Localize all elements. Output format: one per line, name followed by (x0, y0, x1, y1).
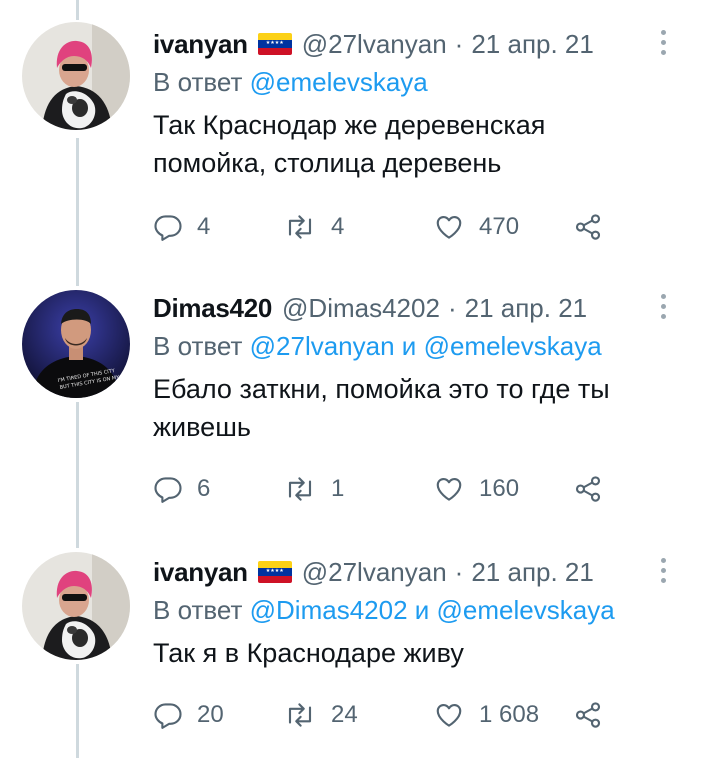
reply-button[interactable]: 20 (153, 700, 283, 730)
reply-context: В ответ @emelevskaya (153, 64, 685, 100)
avatar[interactable] (22, 22, 130, 130)
retweet-button[interactable]: 24 (283, 700, 433, 730)
mention-link[interactable]: @emelevskaya (437, 595, 615, 625)
like-count: 1 608 (479, 701, 540, 728)
retweet-icon (288, 215, 312, 239)
display-name[interactable]: Dimas420 (153, 293, 272, 324)
reply-context: В ответ @Dimas4202 и @emelevskaya (153, 592, 685, 628)
retweet-count: 4 (331, 213, 345, 240)
separator-dot: · (447, 292, 457, 323)
like-count: 160 (479, 475, 520, 502)
like-button[interactable]: 470 (433, 212, 573, 242)
reply-icon (154, 703, 182, 729)
reply-icon (154, 215, 182, 241)
reply-context: В ответ @27lvanyan и @emelevskaya (153, 328, 685, 364)
heart-icon (436, 215, 462, 239)
reply-count: 6 (197, 475, 211, 502)
user-handle[interactable]: @27lvanyan (302, 557, 447, 588)
share-icon (575, 702, 601, 728)
reply-and-word: и (414, 595, 430, 625)
tweet-text: Так Краснодар же деревенская помойка, ст… (153, 110, 546, 178)
tweet-date[interactable]: 21 апр. 21 (471, 29, 594, 60)
display-name[interactable]: ivanyan (153, 557, 248, 588)
user-handle[interactable]: @27lvanyan (302, 29, 447, 60)
reply-button[interactable]: 6 (153, 474, 283, 504)
avatar[interactable] (22, 552, 130, 660)
tweet-header: ivanyan ★★★★ @27lvanyan · 21 апр. 21 (153, 552, 685, 592)
more-options-icon[interactable] (661, 294, 667, 319)
tweet-text: Ебало заткни, помойка это то где ты живе… (153, 374, 610, 442)
share-icon (575, 476, 601, 502)
reply-prefix: В ответ (153, 67, 243, 97)
like-count: 470 (479, 213, 520, 240)
display-name[interactable]: ivanyan (153, 29, 248, 60)
reply-and-word: и (401, 331, 417, 361)
heart-icon (436, 477, 462, 501)
retweet-count: 24 (331, 701, 358, 728)
mention-link[interactable]: @27lvanyan (250, 331, 395, 361)
retweet-button[interactable]: 1 (283, 474, 433, 504)
share-button[interactable] (573, 474, 603, 504)
tweet-header: Dimas420 @Dimas4202 · 21 апр. 21 (153, 288, 685, 328)
tweet-date[interactable]: 21 апр. 21 (465, 293, 588, 324)
separator-dot: · (454, 28, 464, 59)
retweet-icon (288, 703, 312, 727)
mention-link[interactable]: @emelevskaya (250, 67, 428, 97)
tweet[interactable]: ivanyan ★★★★ @27lvanyan · 21 апр. 21 В о… (0, 532, 705, 758)
more-options-icon[interactable] (661, 558, 667, 583)
reply-button[interactable]: 4 (153, 212, 283, 242)
tweet-text: Так я в Краснодаре живу (153, 638, 464, 668)
tweet[interactable]: ivanyan ★★★★ @27lvanyan · 21 апр. 21 В о… (0, 0, 705, 270)
share-icon (575, 214, 601, 240)
mention-link[interactable]: @Dimas4202 (250, 595, 408, 625)
like-button[interactable]: 160 (433, 474, 573, 504)
tweet-header: ivanyan ★★★★ @27lvanyan · 21 апр. 21 (153, 24, 685, 64)
avatar[interactable]: I'M TIRED OF THIS CITY BUT THIS CITY IS … (22, 290, 130, 398)
mention-link[interactable]: @emelevskaya (424, 331, 602, 361)
reply-count: 20 (197, 701, 224, 728)
separator-dot: · (454, 556, 464, 587)
reply-prefix: В ответ (153, 595, 243, 625)
reply-prefix: В ответ (153, 331, 243, 361)
share-button[interactable] (573, 212, 603, 242)
retweet-button[interactable]: 4 (283, 212, 433, 242)
tweet[interactable]: I'M TIRED OF THIS CITY BUT THIS CITY IS … (0, 270, 705, 532)
user-handle[interactable]: @Dimas4202 (282, 293, 440, 324)
retweet-icon (288, 477, 312, 501)
tweet-date[interactable]: 21 апр. 21 (471, 557, 594, 588)
reply-icon (154, 477, 182, 503)
share-button[interactable] (573, 700, 603, 730)
reply-count: 4 (197, 213, 211, 240)
more-options-icon[interactable] (661, 30, 667, 55)
heart-icon (436, 703, 462, 727)
venezuela-flag-icon: ★★★★ (257, 561, 292, 583)
venezuela-flag-icon: ★★★★ (257, 33, 292, 55)
retweet-count: 1 (331, 475, 345, 502)
like-button[interactable]: 1 608 (433, 700, 573, 730)
